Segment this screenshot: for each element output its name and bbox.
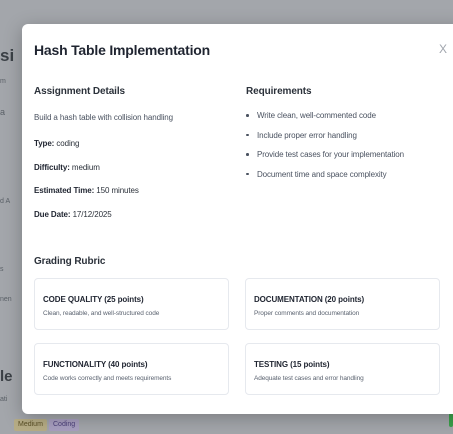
rubric-card-testing: TESTING (15 points) Adequate test cases … <box>245 343 440 395</box>
rubric-heading: Grading Rubric <box>34 256 106 267</box>
requirements-list: Write clean, well-commented code Include… <box>246 111 404 189</box>
rubric-card-description: Adequate test cases and error handling <box>254 375 364 382</box>
close-button[interactable]: X <box>439 42 447 56</box>
requirements-heading: Requirements <box>246 86 312 97</box>
bg-fragment: a <box>0 107 6 117</box>
requirement-item: Document time and space complexity <box>246 170 404 190</box>
requirement-item: Provide test cases for your implementati… <box>246 150 404 170</box>
bg-fragment: s <box>0 266 4 273</box>
bullet-icon <box>246 172 249 175</box>
bullet-icon <box>246 133 249 136</box>
bullet-icon <box>246 114 249 117</box>
type-chip: Coding <box>49 419 80 431</box>
bg-fragment: le <box>0 368 13 385</box>
details-heading: Assignment Details <box>34 86 126 97</box>
due-date-field: Due Date: 17/12/2025 <box>34 210 112 219</box>
difficulty-value: medium <box>71 163 100 172</box>
rubric-card-description: Proper comments and documentation <box>254 310 360 317</box>
estimated-time-value: 150 minutes <box>96 186 139 195</box>
requirement-item: Include proper error handling <box>246 131 404 151</box>
difficulty-chip: Medium <box>14 419 47 431</box>
bullet-icon <box>246 153 249 156</box>
bg-fragment: nen <box>0 296 12 303</box>
rubric-card-title: TESTING (15 points) <box>254 360 330 369</box>
rubric-card-functionality: FUNCTIONALITY (40 points) Code works cor… <box>34 343 229 395</box>
type-label: Type: <box>34 139 55 148</box>
difficulty-field: Difficulty: medium <box>34 163 100 172</box>
requirement-item: Write clean, well-commented code <box>246 111 404 131</box>
due-date-value: 17/12/2025 <box>72 210 112 219</box>
bg-fragment: ati <box>0 396 8 403</box>
bg-fragment: si <box>0 46 15 65</box>
rubric-card-title: DOCUMENTATION (20 points) <box>254 295 365 304</box>
estimated-time-field: Estimated Time: 150 minutes <box>34 186 139 195</box>
due-date-label: Due Date: <box>34 210 71 219</box>
rubric-card-title: CODE QUALITY (25 points) <box>43 295 144 304</box>
status-indicator <box>449 413 453 427</box>
rubric-card-code-quality: CODE QUALITY (25 points) Clean, readable… <box>34 278 229 330</box>
rubric-card-documentation: DOCUMENTATION (20 points) Proper comment… <box>245 278 440 330</box>
rubric-card-description: Code works correctly and meets requireme… <box>43 375 172 382</box>
assignment-description: Build a hash table with collision handli… <box>34 113 174 122</box>
bg-fragment: d A <box>0 198 11 205</box>
rubric-card-description: Clean, readable, and well-structured cod… <box>43 310 160 317</box>
type-field: Type: coding <box>34 139 79 148</box>
modal-title: Hash Table Implementation <box>34 42 210 58</box>
difficulty-label: Difficulty: <box>34 163 70 172</box>
assignment-modal: Hash Table Implementation X Assignment D… <box>22 24 453 414</box>
bg-fragment: m <box>0 78 6 85</box>
type-value: coding <box>56 139 80 148</box>
rubric-card-title: FUNCTIONALITY (40 points) <box>43 360 148 369</box>
estimated-time-label: Estimated Time: <box>34 186 95 195</box>
